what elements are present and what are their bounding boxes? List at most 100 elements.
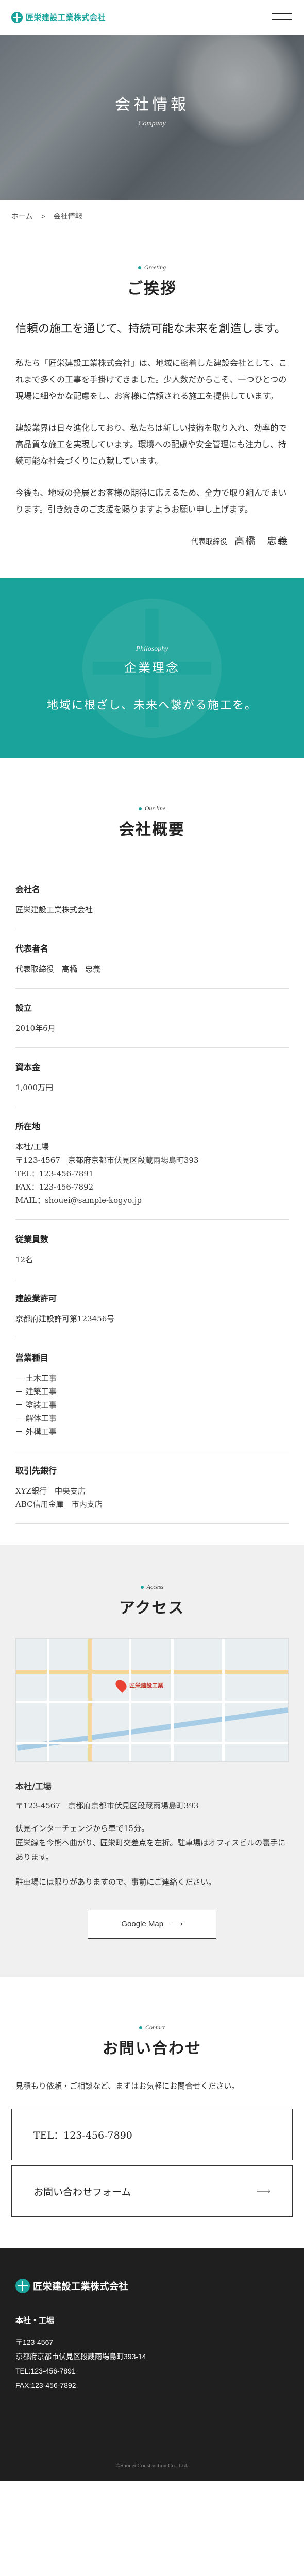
site-footer: 匠栄建設工業株式会社 本社・工場 〒123-4567 京都府京都市伏見区段蔵雨場…: [0, 2248, 304, 2481]
outline-row: 取引先銀行 XYZ銀行 中央支店 ABC信用金庫 市内支店: [15, 1451, 289, 1524]
address-line: 本社/工場: [15, 1142, 49, 1151]
contact-section: Contact お問い合わせ 見積もり依頼・ご相談など、まずはお気軽にお問合せく…: [0, 1977, 304, 2248]
outline-key: 営業種目: [15, 1353, 49, 1363]
hero: 会社情報 Company: [0, 35, 304, 200]
outline-value: 12名: [15, 1255, 33, 1264]
breadcrumb-current: 会社情報: [53, 212, 82, 221]
map-embed[interactable]: 匠栄建設工業: [15, 1638, 289, 1762]
philosophy-section: Philosophy 企業理念 地域に根ざし、未来へ繋がる施工を。: [0, 578, 304, 758]
outline-row: 会社名匠栄建設工業株式会社: [15, 870, 289, 929]
outline-value: 2010年6月: [15, 1024, 56, 1033]
tel-button[interactable]: TEL：123-456-7890: [11, 2109, 293, 2160]
site-header: 匠栄建設工業株式会社: [0, 0, 304, 35]
contact-note: 見積もり依頼・ご相談など、まずはお気軽にお問合せください。: [15, 2081, 240, 2091]
outline-row: 代表者名代表取締役 高橋 忠義: [15, 929, 289, 989]
greeting-paragraph: 今後も、地域の発展とお客様の期待に応えるため、全力で取り組んでまいります。引き続…: [15, 488, 287, 514]
signature: 代表取締役 高橋 忠義: [15, 533, 289, 547]
google-map-button[interactable]: Google Map ⟶: [88, 1910, 216, 1939]
access-note: 駐車場には限りがありますので、事前にご連絡ください。: [15, 1877, 216, 1887]
business-item: 建築工事: [15, 1385, 289, 1398]
greeting-paragraph: 私たち「匠栄建設工業株式会社」は、地域に密着した建設会社として、これまで多くの工…: [15, 358, 287, 401]
greeting-section: Greeting ご挨拶 信頼の施工を通じて、持続可能な未来を創造します。 私た…: [0, 233, 304, 578]
footer-logo[interactable]: 匠栄建設工業株式会社: [15, 2279, 289, 2293]
access-note: 匠栄線を今熊へ曲がり、匠栄町交差点を左折。駐車場はオフィスビルの裏手にあります。: [15, 1838, 286, 1862]
tel-line: TEL：123-456-7891: [15, 1169, 94, 1178]
access-address: 〒123-4567 京都府京都市伏見区段蔵雨場島町393: [15, 1801, 199, 1810]
greeting-paragraph: 建設業界は日々進化しており、私たちは新しい技術を取り入れ、効率的で高品質な施工を…: [15, 423, 287, 466]
outline-key: 建設業許可: [15, 1294, 57, 1303]
breadcrumb: ホーム > 会社情報: [0, 200, 304, 233]
site-logo[interactable]: 匠栄建設工業株式会社: [11, 11, 106, 23]
fax-line: FAX：123-456-7892: [15, 1182, 94, 1192]
outline-value: 本社/工場 〒123-4567 京都府京都市伏見区段蔵雨場島町393 TEL：1…: [15, 1140, 289, 1207]
access-note: 伏見インターチェンジから車で15分。: [15, 1824, 149, 1833]
mail-line[interactable]: MAIL：shouei@sample-kogyo.jp: [15, 1194, 289, 1207]
outline-key: 会社名: [15, 885, 41, 894]
bank-line: ABC信用金庫 市内支店: [15, 1500, 103, 1509]
map-pin-icon[interactable]: [113, 1677, 129, 1693]
section-label-en: Greeting: [15, 264, 289, 272]
breadcrumb-separator: >: [41, 212, 45, 221]
outline-table: 会社名 匠栄建設工業株式会社 代表者名 代表取締役 高橋 忠義 設立 2010年6月 …: [15, 870, 289, 1524]
company-name: 匠栄建設工業株式会社: [26, 13, 106, 22]
section-label-en: Our line: [15, 805, 289, 812]
greeting-lead: 信頼の施工を通じて、持続可能な未来を創造します。: [15, 323, 286, 335]
signature-title: 代表取締役: [191, 538, 227, 546]
page-title: 会社情報: [115, 96, 189, 114]
outline-section: Our line 会社概要 会社名匠栄建設工業株式会社 代表者名代表取締役 高橋…: [0, 758, 304, 1545]
footer-contact: 〒123-4567 京都府京都市伏見区段蔵雨場島町393-14 TEL:123-…: [15, 2335, 289, 2393]
footer-line: 京都府京都市伏見区段蔵雨場島町393-14: [15, 2352, 146, 2361]
business-item: 解体工事: [15, 1412, 289, 1425]
arrow-right-icon: ⟶: [172, 1920, 183, 1928]
tel-label: TEL：123-456-7890: [33, 2129, 132, 2141]
logo-icon: [11, 11, 23, 23]
footer-line: FAX:123-456-7892: [15, 2381, 76, 2389]
outline-row: 従業員数 12名: [15, 1220, 289, 1279]
arrow-right-icon: ⟶: [256, 2185, 271, 2197]
outline-key: 設立: [15, 1003, 32, 1013]
address-line: 〒123-4567 京都府京都市伏見区段蔵雨場島町393: [15, 1156, 199, 1165]
hamburger-icon[interactable]: [272, 13, 292, 21]
footer-office: 本社・工場: [15, 2316, 55, 2325]
access-section: Access アクセス 匠栄建設工業 本社/工場 〒123-4567 京都府京都…: [0, 1545, 304, 1977]
section-title: 会社概要: [119, 821, 185, 839]
map-pin-label: 匠栄建設工業: [129, 1683, 163, 1689]
outline-value: 土木工事 建築工事 塗装工事 解体工事 外構工事: [15, 1371, 289, 1438]
section-label-en: Philosophy: [136, 645, 168, 653]
business-item: 土木工事: [15, 1371, 289, 1385]
outline-key: 資本金: [15, 1062, 41, 1072]
access-office: 本社/工場: [15, 1782, 52, 1791]
section-title: アクセス: [119, 1599, 185, 1617]
footer-line: 〒123-4567: [15, 2338, 54, 2346]
outline-row: 資本金 1,000万円: [15, 1048, 289, 1107]
outline-key: 所在地: [15, 1122, 41, 1131]
outline-row: 建設業許可京都府建設許可第123456号: [15, 1279, 289, 1338]
breadcrumb-home[interactable]: ホーム: [11, 212, 33, 221]
copyright: ©Shouei Construction Co., Ltd.: [115, 2463, 189, 2469]
section-title: 企業理念: [124, 660, 180, 675]
outline-value: 1,000万円: [15, 1083, 53, 1092]
section-label-en: Access: [15, 1583, 289, 1591]
footer-company-name: 匠栄建設工業株式会社: [33, 2281, 128, 2292]
outline-value: 代表取締役 高橋 忠義: [15, 964, 101, 974]
outline-value: 匠栄建設工業株式会社: [15, 905, 93, 914]
outline-row: 所在地 本社/工場 〒123-4567 京都府京都市伏見区段蔵雨場島町393 T…: [15, 1107, 289, 1220]
page-subtitle: Company: [138, 120, 166, 127]
outline-row: 設立 2010年6月: [15, 989, 289, 1048]
outline-value: 京都府建設許可第123456号: [15, 1314, 115, 1324]
signature-name: 高橋 忠義: [234, 535, 289, 547]
outline-key: 代表者名: [15, 944, 49, 954]
outline-key: 取引先銀行: [15, 1466, 57, 1476]
section-title: ご挨拶: [127, 280, 177, 298]
contact-form-button[interactable]: お問い合わせフォーム ⟶: [11, 2165, 293, 2217]
business-item: 塗装工事: [15, 1398, 289, 1412]
business-item: 外構工事: [15, 1425, 289, 1438]
section-title: お問い合わせ: [103, 2040, 201, 2058]
contact-form-label: お問い合わせフォーム: [33, 2186, 131, 2198]
google-map-label: Google Map: [121, 1920, 164, 1928]
section-label-en: Contact: [11, 2024, 293, 2031]
logo-icon: [15, 2279, 30, 2293]
outline-row: 営業種目 土木工事 建築工事 塗装工事 解体工事 外構工事: [15, 1338, 289, 1451]
footer-line: TEL:123-456-7891: [15, 2367, 76, 2375]
philosophy-text: 地域に根ざし、未来へ繋がる施工を。: [46, 699, 257, 712]
